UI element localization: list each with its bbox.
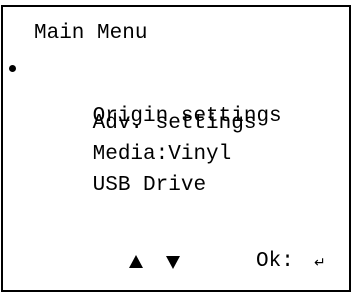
menu-item-adv-settings[interactable]: Adv. settings xyxy=(17,88,282,135)
down-arrow-icon[interactable] xyxy=(166,256,180,269)
menu-title: Main Menu xyxy=(34,22,148,45)
lcd-menu-screen: Main Menu Origin settings Adv. settings … xyxy=(1,5,351,292)
main-menu-list: Origin settings Adv. settings Media:Viny… xyxy=(9,57,282,197)
menu-item-usb-drive[interactable]: USB Drive xyxy=(17,150,282,197)
up-arrow-icon[interactable] xyxy=(129,255,143,268)
menu-item-origin-settings[interactable]: Origin settings xyxy=(9,57,282,128)
menu-item-media[interactable]: Media:Vinyl xyxy=(17,119,282,166)
navigation-footer: Ok: ↵ xyxy=(3,250,349,276)
menu-item-label: USB Drive xyxy=(92,174,207,197)
enter-return-icon: ↵ xyxy=(314,255,326,271)
ok-label[interactable]: Ok: xyxy=(256,250,294,274)
selection-bullet-icon xyxy=(9,65,16,72)
